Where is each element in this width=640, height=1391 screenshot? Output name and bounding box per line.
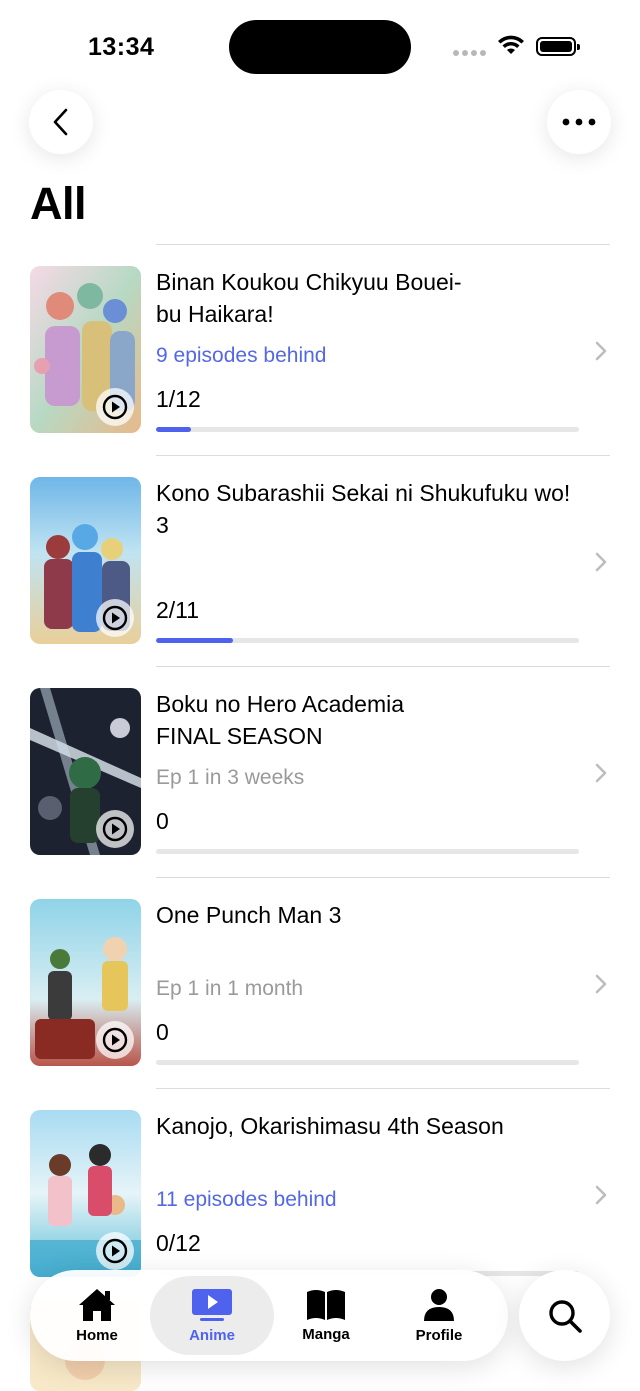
item-status: 9 episodes behind (156, 344, 327, 367)
list-item[interactable]: One Punch Man 3 Ep 1 in 1 month 0 (0, 877, 640, 1088)
cover-image (30, 899, 141, 1066)
battery-icon (536, 37, 580, 56)
tv-play-icon (192, 1289, 232, 1321)
more-options-button[interactable] (547, 90, 611, 154)
progress-fill (156, 427, 192, 432)
progress-bar (156, 638, 579, 643)
item-status: Ep 1 in 3 weeks (156, 766, 305, 789)
item-title: Binan Koukou Chikyuu Bouei- bu Haikara! (156, 269, 462, 327)
tab-label: Home (76, 1327, 118, 1344)
divider (156, 455, 610, 456)
chevron-right-icon (595, 552, 607, 572)
item-progress-text: 2/11 (156, 597, 200, 623)
item-progress-text: 0/12 (156, 1230, 201, 1256)
tab-manga[interactable]: Manga (269, 1276, 383, 1355)
item-status: Ep 1 in 1 month (156, 977, 304, 1000)
back-button[interactable] (29, 90, 93, 154)
chevron-right-icon (595, 1185, 607, 1205)
divider (156, 1088, 610, 1089)
anime-list: Binan Koukou Chikyuu Bouei- bu Haikara! … (0, 244, 640, 1299)
search-icon (548, 1299, 582, 1333)
person-icon (424, 1289, 454, 1321)
list-item[interactable]: Kanojo, Okarishimasu 4th Season 11 episo… (0, 1088, 640, 1299)
open-book-icon (307, 1290, 345, 1320)
divider (156, 244, 610, 245)
progress-fill (156, 638, 233, 643)
status-bar: 13:34 (0, 0, 640, 90)
play-icon (102, 1238, 128, 1264)
house-icon (79, 1289, 115, 1321)
play-button[interactable] (96, 1021, 134, 1059)
play-button[interactable] (96, 1232, 134, 1270)
list-item[interactable]: Binan Koukou Chikyuu Bouei- bu Haikara! … (0, 244, 640, 455)
cover-image (30, 1110, 141, 1277)
tab-label: Anime (189, 1327, 235, 1344)
play-icon (102, 394, 128, 420)
search-button[interactable] (519, 1270, 610, 1361)
chevron-right-icon (595, 341, 607, 361)
item-title: One Punch Man 3 (156, 902, 342, 928)
dynamic-island (229, 20, 411, 74)
chevron-left-icon (53, 108, 68, 136)
play-button[interactable] (96, 810, 134, 848)
page-title: All (30, 178, 87, 229)
item-title: Kanojo, Okarishimasu 4th Season (156, 1113, 504, 1139)
chevron-right-icon (595, 763, 607, 783)
play-icon (102, 816, 128, 842)
cover-image (30, 477, 141, 644)
progress-bar (156, 849, 579, 854)
tab-bar: Home Anime Manga Profile (30, 1270, 508, 1361)
progress-bar (156, 1060, 579, 1065)
item-title: Kono Subarashii Sekai ni Shukufuku wo! 3 (156, 480, 571, 538)
divider (156, 666, 610, 667)
list-item[interactable]: Boku no Hero Academia FINAL SEASON Ep 1 … (0, 666, 640, 877)
tab-anime[interactable]: Anime (150, 1276, 274, 1355)
item-status: 11 episodes behind (156, 1188, 337, 1211)
tab-profile[interactable]: Profile (382, 1276, 496, 1355)
play-icon (102, 605, 128, 631)
status-time: 13:34 (88, 33, 155, 61)
tab-home[interactable]: Home (40, 1276, 154, 1355)
chevron-right-icon (595, 974, 607, 994)
tab-label: Manga (302, 1326, 350, 1343)
item-title: Boku no Hero Academia FINAL SEASON (156, 691, 405, 749)
item-progress-text: 0 (156, 1019, 169, 1045)
play-button[interactable] (96, 388, 134, 426)
item-progress-text: 1/12 (156, 386, 201, 412)
cellular-signal-icon (453, 50, 486, 56)
wifi-icon (498, 35, 524, 54)
play-icon (102, 1027, 128, 1053)
ellipsis-icon (562, 118, 596, 126)
cover-image (30, 266, 141, 433)
list-item[interactable]: Kono Subarashii Sekai ni Shukufuku wo! 3… (0, 455, 640, 666)
progress-bar (156, 427, 579, 432)
item-progress-text: 0 (156, 808, 169, 834)
divider (156, 877, 610, 878)
cover-image (30, 688, 141, 855)
play-button[interactable] (96, 599, 134, 637)
tab-label: Profile (415, 1327, 463, 1344)
